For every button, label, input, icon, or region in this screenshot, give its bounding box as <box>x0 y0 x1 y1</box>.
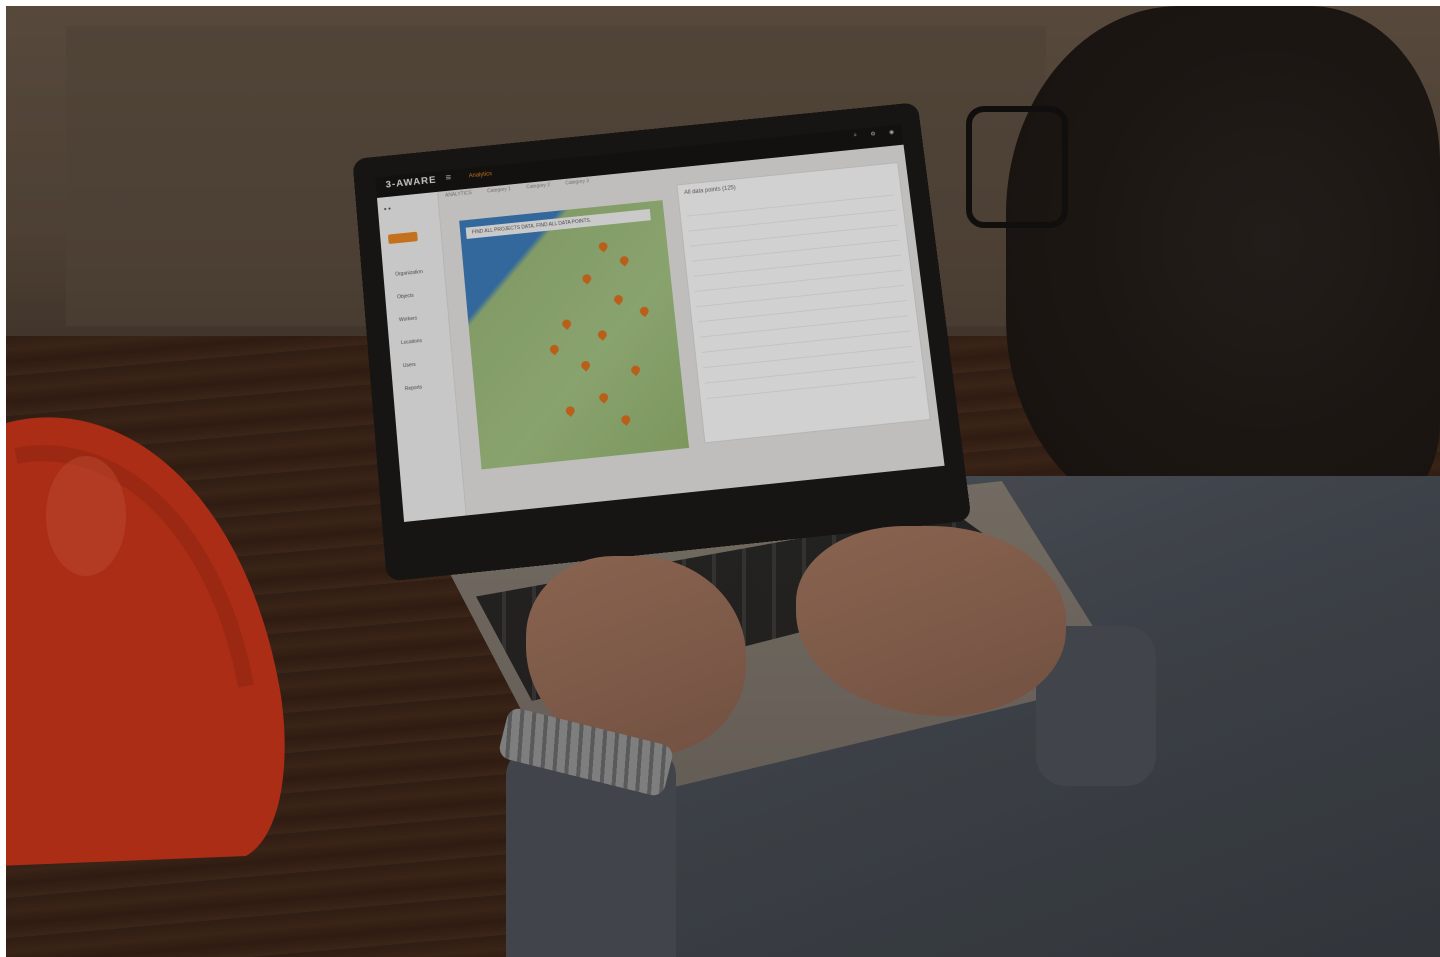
subtab-4[interactable]: Category 3 <box>565 178 589 186</box>
laptop-screen: 3-AWARE ≡ Analytics ⌕ ⚙ ◉ ● ● Organizati… <box>375 124 945 522</box>
search-icon[interactable]: ⌕ <box>853 133 857 140</box>
user-icon[interactable]: ◉ <box>889 129 895 136</box>
laptop-lid: 3-AWARE ≡ Analytics ⌕ ⚙ ◉ ● ● Organizati… <box>352 102 972 582</box>
hard-hat <box>6 417 285 866</box>
sidebar-item-objects[interactable]: Objects <box>397 293 414 300</box>
map-pin[interactable] <box>597 240 610 253</box>
sidebar-item-organization[interactable]: Organization <box>395 269 423 277</box>
map-pin[interactable] <box>579 359 592 372</box>
panel-title: All data points (125) <box>683 185 737 197</box>
map-pin[interactable] <box>612 293 625 306</box>
sidebar: ● ● Organization Objects Workers Locatio… <box>376 191 467 522</box>
nav-active-tab[interactable]: Analytics <box>469 171 493 179</box>
map-pin[interactable] <box>596 328 609 341</box>
photo: 3-AWARE ≡ Analytics ⌕ ⚙ ◉ ● ● Organizati… <box>6 6 1440 957</box>
sidebar-item-workers[interactable]: Workers <box>399 316 418 324</box>
map-pin[interactable] <box>563 404 577 417</box>
map-pin[interactable] <box>629 363 642 377</box>
map-pin[interactable] <box>548 343 561 356</box>
menu-icon[interactable]: ≡ <box>445 173 452 184</box>
map-pin[interactable] <box>580 272 593 285</box>
sidebar-primary-button[interactable] <box>387 231 418 245</box>
sidebar-user: ● ● <box>383 205 392 213</box>
map-pin[interactable] <box>618 254 631 267</box>
map-pin[interactable] <box>619 413 633 426</box>
data-panel: All data points (125) <box>676 162 931 444</box>
subtab-1[interactable]: ANALYTICS <box>445 190 472 198</box>
eyeglasses <box>966 106 1068 228</box>
subtab-2[interactable]: Category 1 <box>487 186 511 194</box>
map[interactable]: FIND ALL PROJECTS DATA. FIND ALL DATA PO… <box>459 200 690 470</box>
person-head <box>1006 6 1440 526</box>
app-brand: 3-AWARE <box>385 175 437 191</box>
sidebar-item-users[interactable]: Users <box>403 362 416 369</box>
subtab-3[interactable]: Category 2 <box>526 182 550 190</box>
map-pin[interactable] <box>597 391 610 404</box>
map-notification: FIND ALL PROJECTS DATA. FIND ALL DATA PO… <box>465 208 651 239</box>
map-pin[interactable] <box>638 305 651 318</box>
settings-icon[interactable]: ⚙ <box>870 131 876 138</box>
map-pin[interactable] <box>560 317 573 330</box>
sidebar-item-locations[interactable]: Locations <box>401 338 422 346</box>
sidebar-item-reports[interactable]: Reports <box>405 385 423 393</box>
topbar-actions: ⌕ ⚙ ◉ <box>853 129 894 140</box>
